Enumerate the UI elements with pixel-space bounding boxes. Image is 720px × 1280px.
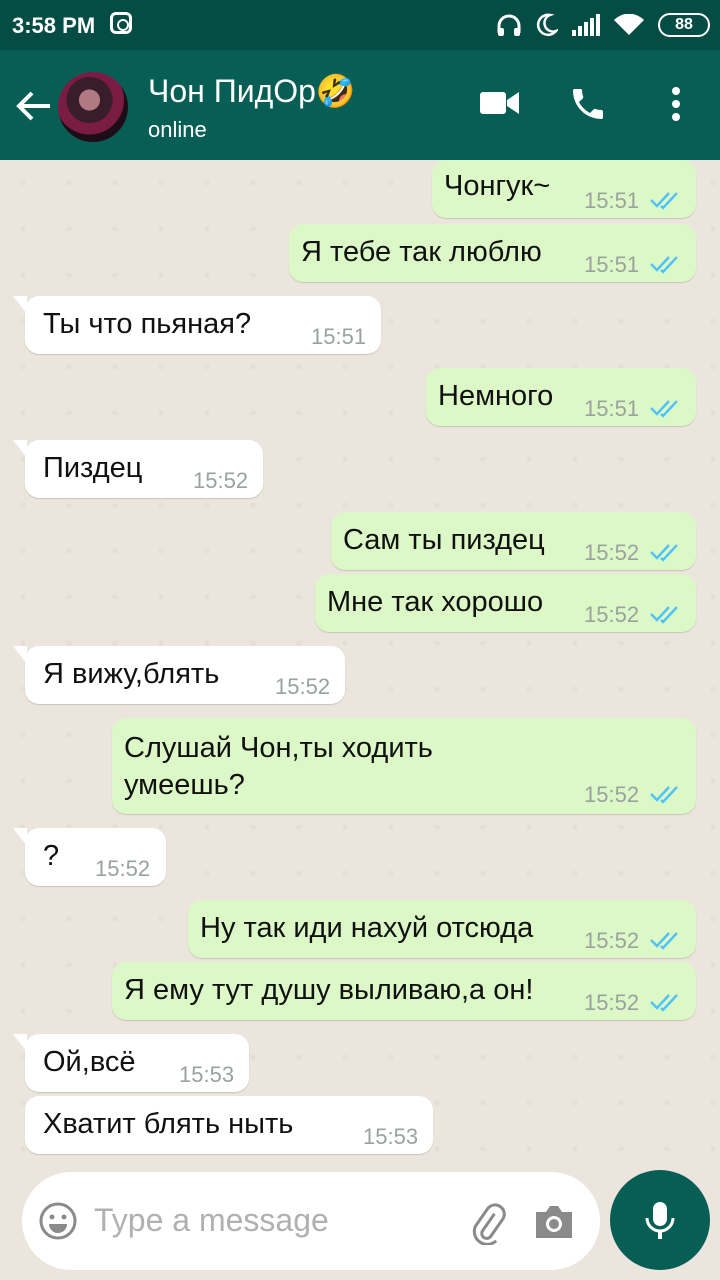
message-text: Я ему тут душу выливаю,а он! (124, 974, 534, 1006)
message-time: 15:52 (193, 468, 249, 493)
message-time: 15:52 (275, 674, 331, 699)
camera-icon[interactable] (532, 1202, 576, 1242)
battery-icon: 88 (658, 13, 710, 37)
read-receipt-icon (650, 256, 678, 274)
message-bubble-outgoing[interactable]: Я тебе так люблю 15:51 (289, 224, 696, 282)
phone-icon[interactable] (568, 84, 608, 124)
emoji-icon[interactable] (38, 1201, 78, 1241)
attach-icon[interactable] (466, 1201, 510, 1245)
read-receipt-icon (650, 544, 678, 562)
moon-icon (536, 13, 558, 37)
message-composer[interactable]: Type a message (22, 1172, 600, 1270)
mic-button[interactable] (610, 1170, 710, 1270)
message-time: 15:52 (584, 990, 640, 1015)
wifi-icon (614, 14, 644, 35)
more-options-icon[interactable] (670, 86, 682, 122)
message-bubble-outgoing[interactable]: Ну так иди нахуй отсюда 15:52 (188, 900, 696, 958)
message-text: Чонгук~ (444, 170, 551, 202)
avatar[interactable] (58, 72, 128, 142)
read-receipt-icon (650, 400, 678, 418)
message-bubble-outgoing[interactable]: Чонгук~ 15:51 (432, 160, 696, 218)
message-text: Я вижу,блять (43, 658, 220, 690)
contact-name[interactable]: Чон ПидОр🤣 (148, 72, 356, 110)
battery-level: 88 (675, 16, 693, 33)
message-time: 15:52 (584, 540, 640, 565)
message-text: Хватит блять ныть (43, 1108, 294, 1140)
bubble-tail (13, 1034, 27, 1052)
message-bubble-outgoing[interactable]: Слушай Чон,ты ходить умеешь? 15:52 (112, 718, 696, 814)
message-text: Немного (438, 380, 554, 412)
message-text: Слушай Чон,ты ходить умеешь? (124, 732, 433, 801)
video-call-icon[interactable] (480, 88, 520, 118)
message-time: 15:51 (311, 324, 367, 349)
read-receipt-icon (650, 606, 678, 624)
read-receipt-icon (650, 932, 678, 950)
message-input[interactable]: Type a message (94, 1202, 329, 1239)
bubble-tail (13, 440, 27, 458)
signal-icon (572, 14, 600, 36)
message-time: 15:52 (95, 856, 151, 881)
read-receipt-icon (650, 192, 678, 210)
instagram-icon (110, 12, 132, 34)
message-text: Ты что пьяная? (43, 308, 252, 340)
message-time: 15:51 (584, 396, 640, 421)
message-bubble-incoming[interactable]: Пиздец 15:52 (13, 440, 263, 498)
read-receipt-icon (650, 994, 678, 1012)
chat-area[interactable]: Чонгук~ 15:51 Я тебе так люблю 15:51 Ты … (0, 160, 720, 1170)
message-text: Пиздец (43, 452, 143, 484)
message-bubble-outgoing[interactable]: Немного 15:51 (426, 368, 696, 426)
message-bubble-incoming[interactable]: Ты что пьяная? 15:51 (13, 296, 381, 354)
bubble-tail (13, 828, 27, 846)
message-bubble-incoming[interactable]: Ой,всё 15:53 (13, 1034, 249, 1092)
message-time: 15:53 (179, 1062, 235, 1087)
message-bubble-incoming[interactable]: ? 15:52 (13, 828, 166, 886)
message-text: Я тебе так люблю (301, 236, 542, 268)
message-text: Сам ты пиздец (343, 524, 545, 556)
message-time: 15:53 (363, 1124, 419, 1149)
message-bubble-outgoing[interactable]: Сам ты пиздец 15:52 (331, 512, 696, 570)
message-bubble-outgoing[interactable]: Мне так хорошо 15:52 (315, 574, 696, 632)
message-text: Ой,всё (43, 1046, 136, 1078)
message-bubble-incoming[interactable]: Я вижу,блять 15:52 (13, 646, 345, 704)
back-arrow-icon[interactable] (16, 88, 52, 124)
message-time: 15:51 (584, 252, 640, 277)
read-receipt-icon (650, 786, 678, 804)
chat-header: Чон ПидОр🤣 online (0, 50, 720, 160)
status-icons: 88 (496, 10, 710, 40)
message-text: Ну так иди нахуй отсюда (200, 912, 534, 944)
message-time: 15:52 (584, 928, 640, 953)
contact-status: online (148, 117, 207, 142)
bubble-tail (13, 646, 27, 664)
message-time: 15:52 (584, 782, 640, 807)
message-text: Мне так хорошо (327, 586, 544, 618)
status-bar: 3:58 PM 88 (0, 0, 720, 50)
message-time: 15:51 (584, 188, 640, 213)
message-text: ? (43, 840, 60, 872)
headphones-icon (497, 14, 521, 36)
mic-icon (645, 1202, 675, 1239)
message-bubble-incoming[interactable]: Хватит блять ныть 15:53 (25, 1096, 433, 1154)
message-time: 15:52 (584, 602, 640, 627)
message-bubble-outgoing[interactable]: Я ему тут душу выливаю,а он! 15:52 (112, 962, 696, 1020)
bubble-tail (13, 296, 27, 314)
status-time: 3:58 PM (12, 13, 96, 38)
